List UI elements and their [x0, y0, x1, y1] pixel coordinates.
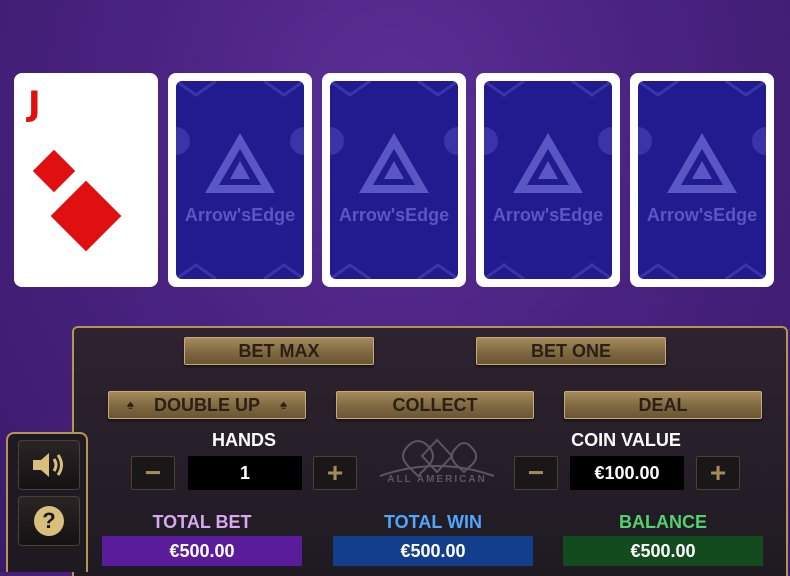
- balance-label: BALANCE: [619, 512, 707, 532]
- card-2[interactable]: Arrow'sEdge: [168, 73, 312, 287]
- diamond-suit-big-icon: [50, 180, 122, 252]
- help-button[interactable]: ?: [18, 496, 80, 546]
- total-win-value: €500.00: [333, 536, 533, 566]
- hands-value: 1: [188, 456, 302, 490]
- double-up-label: DOUBLE UP: [153, 395, 260, 415]
- all-american-logo: ALL AMERICAN: [378, 436, 496, 492]
- arrows-edge-logo-icon: [638, 81, 766, 279]
- arrows-edge-logo-icon: [484, 81, 612, 279]
- coin-value-minus-button[interactable]: −: [514, 456, 558, 490]
- card-back: Arrow'sEdge: [330, 81, 458, 279]
- diamond-suit-icon: [32, 149, 76, 193]
- hands-minus-button[interactable]: −: [131, 456, 175, 490]
- hands-label: HANDS: [211, 430, 276, 450]
- card-back-text: Arrow'sEdge: [492, 205, 604, 225]
- total-win-label: TOTAL WIN: [384, 512, 482, 532]
- side-controls: ?: [6, 432, 88, 572]
- balance-value: €500.00: [563, 536, 763, 566]
- coin-value-plus-button[interactable]: +: [696, 456, 740, 490]
- speaker-icon: [33, 453, 63, 477]
- help-symbol: ?: [42, 508, 56, 533]
- bet-max-button[interactable]: BET MAX: [184, 337, 374, 365]
- hands-plus-button[interactable]: +: [313, 456, 357, 490]
- card-back-text: Arrow'sEdge: [338, 205, 450, 225]
- card-back-text: Arrow'sEdge: [646, 205, 758, 225]
- help-icon: ?: [34, 506, 64, 536]
- spade-icon: ♠: [280, 397, 287, 412]
- card-1-rank: J: [28, 84, 41, 124]
- coin-value-label: COIN VALUE: [571, 430, 681, 450]
- deal-button[interactable]: DEAL: [564, 391, 762, 419]
- card-3[interactable]: Arrow'sEdge: [322, 73, 466, 287]
- coin-value-value: €100.00: [570, 456, 684, 490]
- double-up-button[interactable]: ♠ DOUBLE UP ♠: [108, 391, 306, 419]
- collect-button[interactable]: COLLECT: [336, 391, 534, 419]
- card-1[interactable]: J: [14, 73, 158, 287]
- bet-one-button[interactable]: BET ONE: [476, 337, 666, 365]
- card-back-text: Arrow'sEdge: [184, 205, 296, 225]
- card-back: Arrow'sEdge: [176, 81, 304, 279]
- card-5[interactable]: Arrow'sEdge: [630, 73, 774, 287]
- card-4[interactable]: Arrow'sEdge: [476, 73, 620, 287]
- total-bet-value: €500.00: [102, 536, 302, 566]
- spade-icon: ♠: [127, 397, 134, 412]
- arrows-edge-logo-icon: [176, 81, 304, 279]
- total-bet-label: TOTAL BET: [152, 512, 252, 532]
- card-back: Arrow'sEdge: [638, 81, 766, 279]
- all-american-text: ALL AMERICAN: [387, 474, 487, 485]
- card-back: Arrow'sEdge: [484, 81, 612, 279]
- sound-button[interactable]: [18, 440, 80, 490]
- arrows-edge-logo-icon: [330, 81, 458, 279]
